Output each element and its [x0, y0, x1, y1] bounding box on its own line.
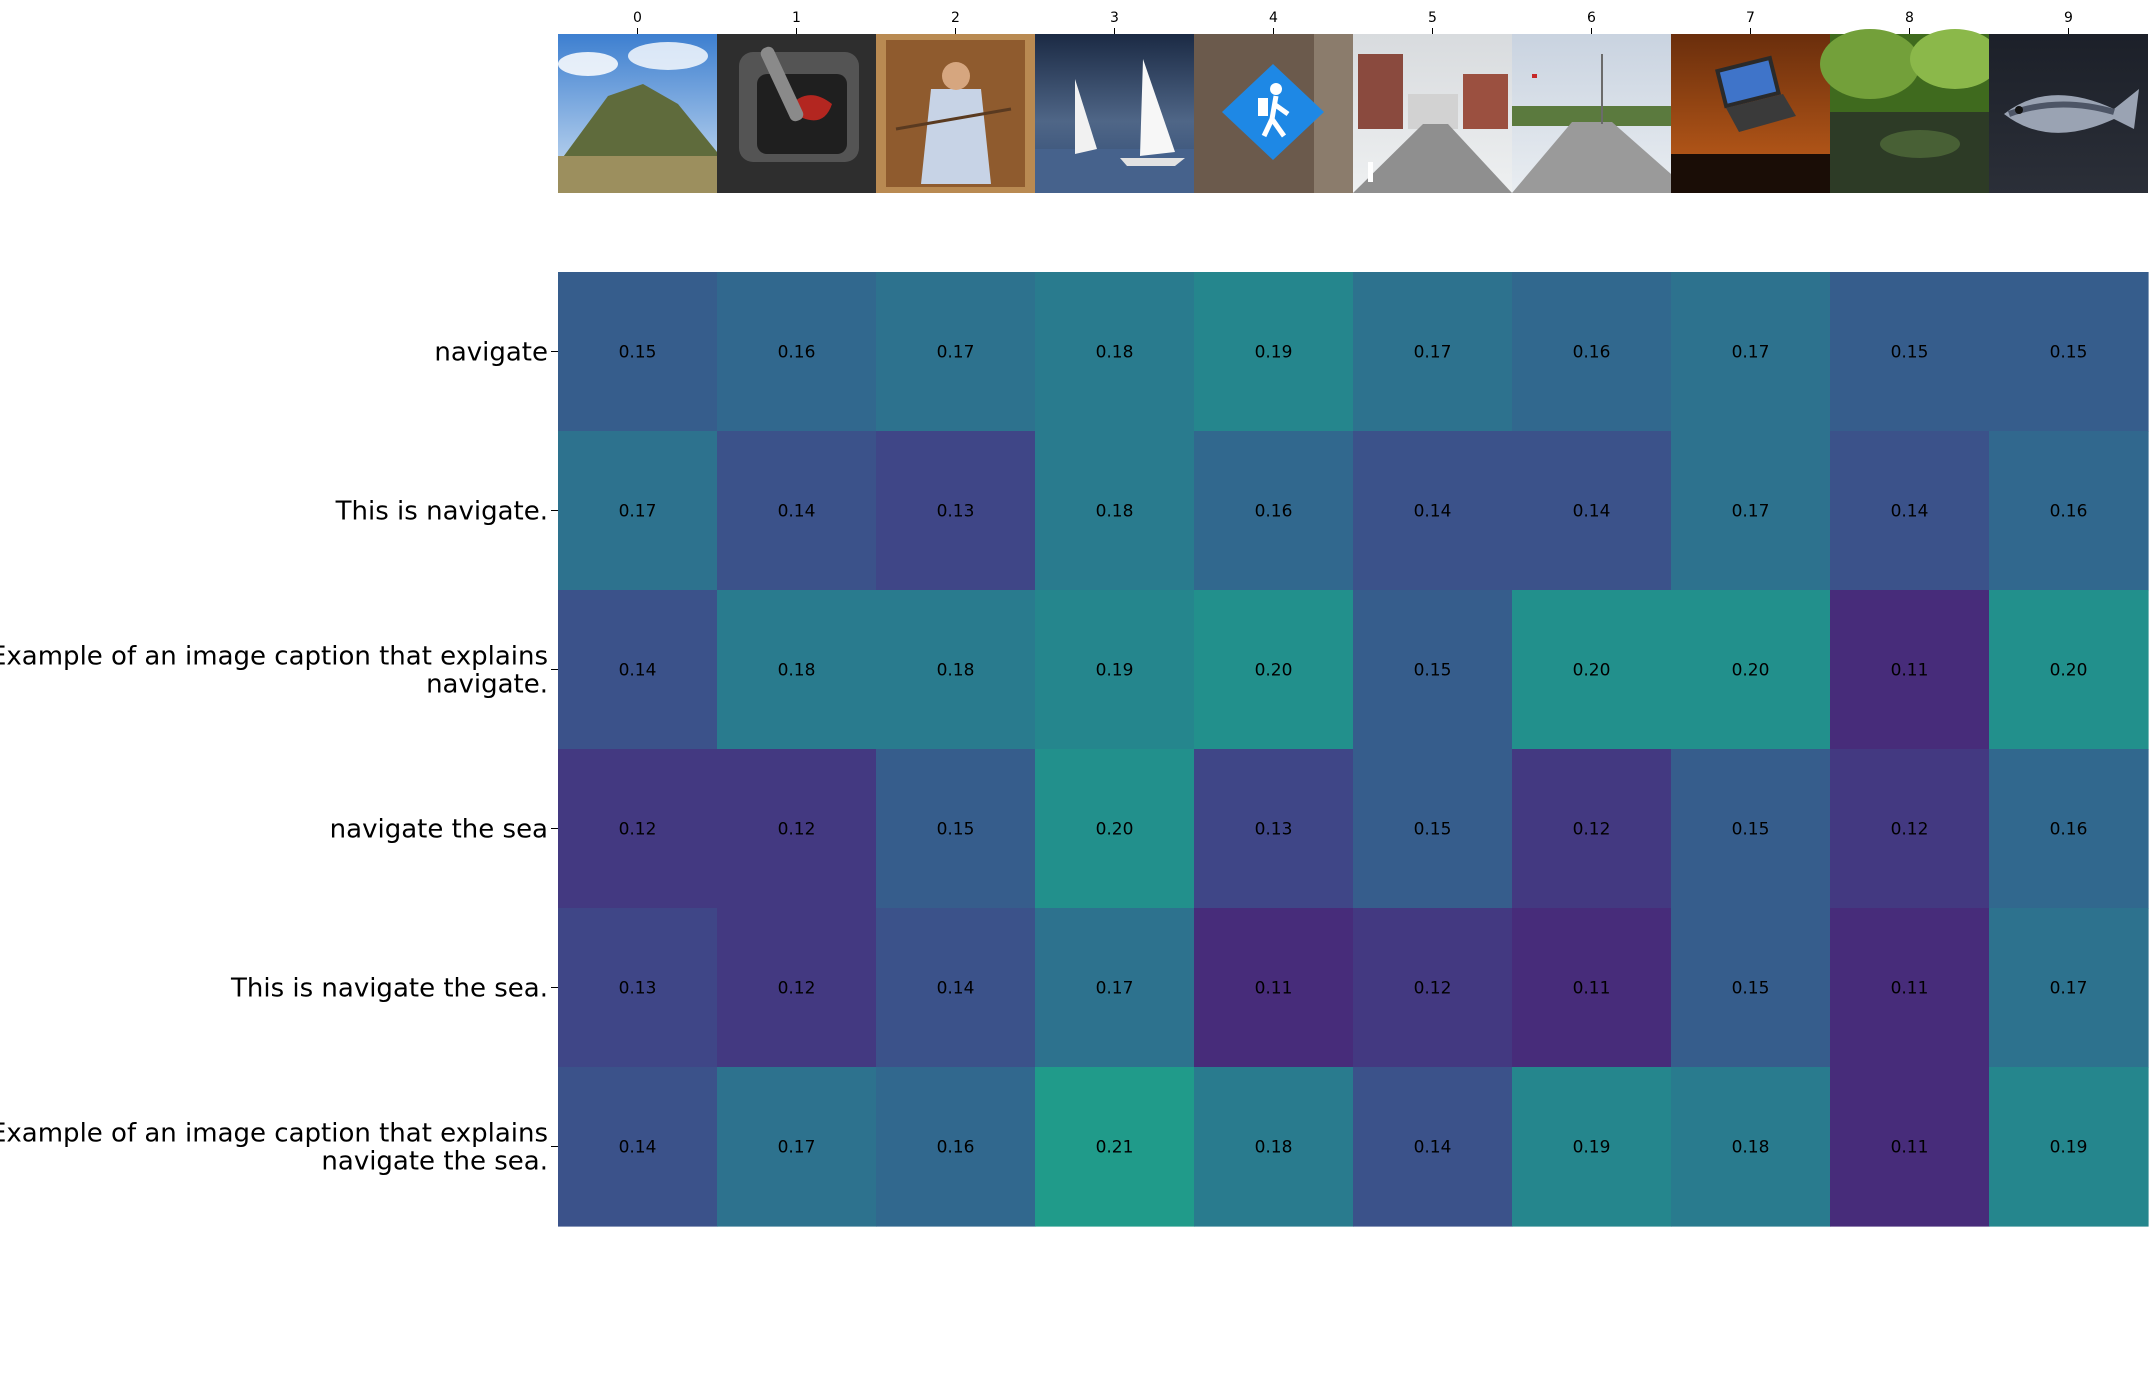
cell-value-label: 0.16: [2050, 502, 2088, 522]
cell-value-label: 0.15: [937, 820, 975, 840]
painting-of-figure-in-robe-thumbnail: [876, 34, 1035, 193]
cell-value-label: 0.17: [937, 343, 975, 363]
cell-value-label: 0.15: [1891, 343, 1929, 363]
cell-value-label: 0.20: [1255, 661, 1293, 681]
column-tick-label: 1: [792, 10, 801, 26]
cell-value-label: 0.13: [1255, 820, 1293, 840]
blue-hiker-sign-on-tree-thumbnail: [1194, 34, 1353, 193]
cell-value-label: 0.14: [937, 979, 975, 999]
cell-value-label: 0.16: [1573, 343, 1611, 363]
cell-value-label: 0.21: [1096, 1138, 1134, 1158]
column-tick-label: 4: [1269, 10, 1278, 26]
image-thumbnail-strip: [558, 29, 2148, 193]
car-gear-shift-thumbnail: [717, 34, 876, 193]
cell-value-label: 0.11: [1255, 979, 1293, 999]
column-tick-label: 7: [1746, 10, 1755, 26]
cell-value-label: 0.14: [619, 661, 657, 681]
cell-value-label: 0.17: [1732, 502, 1770, 522]
caption-label: This is navigate the sea.: [230, 974, 548, 1004]
cell-value-label: 0.18: [778, 661, 816, 681]
cell-value-label: 0.12: [1414, 979, 1452, 999]
column-tick-label: 3: [1110, 10, 1119, 26]
cell-value-label: 0.14: [1414, 1138, 1452, 1158]
cell-value-label: 0.16: [937, 1138, 975, 1158]
cell-value-label: 0.14: [778, 502, 816, 522]
cell-value-label: 0.20: [1732, 661, 1770, 681]
cell-value-label: 0.18: [937, 661, 975, 681]
cell-value-label: 0.15: [1414, 661, 1452, 681]
cell-value-label: 0.20: [1096, 820, 1134, 840]
cell-value-label: 0.13: [619, 979, 657, 999]
similarity-heatmap-figure: 0123456789 0.15 0.16 0.17 0.18 0.19 0.17 0.16 0…: [0, 10, 2149, 1227]
cell-value-label: 0.12: [1891, 820, 1929, 840]
column-tick-label: 8: [1905, 10, 1914, 26]
cell-value-label: 0.17: [1732, 343, 1770, 363]
suburban-road-thumbnail: [1512, 34, 1671, 193]
column-tick-label: 2: [951, 10, 960, 26]
cell-value-label: 0.17: [1096, 979, 1134, 999]
cell-value-label: 0.18: [1096, 343, 1134, 363]
cell-value-label: 0.15: [1732, 979, 1770, 999]
cell-value-label: 0.12: [778, 820, 816, 840]
cell-value-label: 0.17: [1414, 343, 1452, 363]
cell-value-label: 0.17: [619, 502, 657, 522]
column-tick-label: 0: [633, 10, 642, 26]
cell-value-label: 0.19: [1255, 343, 1293, 363]
caption-label: navigate: [434, 338, 548, 368]
cell-value-label: 0.15: [2050, 343, 2088, 363]
cell-value-label: 0.19: [1573, 1138, 1611, 1158]
cell-value-label: 0.19: [1096, 661, 1134, 681]
cell-value-label: 0.11: [1891, 979, 1929, 999]
caption-label: This is navigate.: [335, 497, 548, 527]
sailboats-on-sea-thumbnail: [1035, 34, 1194, 193]
cell-value-label: 0.17: [2050, 979, 2088, 999]
cell-value-label: 0.16: [2050, 820, 2088, 840]
cell-value-label: 0.18: [1732, 1138, 1770, 1158]
cell-value-label: 0.19: [2050, 1138, 2088, 1158]
cell-value-label: 0.12: [619, 820, 657, 840]
caption-label: Example of an image caption that explain…: [0, 642, 548, 700]
cell-value-label: 0.14: [1891, 502, 1929, 522]
cell-value-label: 0.16: [1255, 502, 1293, 522]
cell-value-label: 0.16: [778, 343, 816, 363]
cell-value-label: 0.14: [1573, 502, 1611, 522]
hill-under-blue-sky-thumbnail: [558, 34, 717, 193]
caption-label: Example of an image caption that explain…: [0, 1119, 548, 1177]
caption-label: navigate the sea: [330, 815, 548, 845]
cell-value-label: 0.15: [619, 343, 657, 363]
cell-value-label: 0.18: [1255, 1138, 1293, 1158]
town-street-thumbnail: [1353, 34, 1512, 193]
cell-value-label: 0.14: [1414, 502, 1452, 522]
cell-value-label: 0.13: [937, 502, 975, 522]
cell-value-label: 0.15: [1414, 820, 1452, 840]
cell-value-label: 0.20: [2050, 661, 2088, 681]
cell-value-label: 0.11: [1891, 1138, 1929, 1158]
cell-value-label: 0.20: [1573, 661, 1611, 681]
caption-axis: navigate This is navigate. Example of an i…: [0, 338, 558, 1177]
fish-on-ground-thumbnail: [1989, 34, 2148, 193]
cell-value-label: 0.12: [778, 979, 816, 999]
laptop-on-desk-thumbnail: [1671, 34, 1830, 193]
column-tick-label: 9: [2064, 10, 2073, 26]
cell-value-label: 0.15: [1732, 820, 1770, 840]
heatmap-grid: 0.15 0.16 0.17 0.18 0.19 0.17 0.16 0.17 0.15 0.15…: [558, 272, 2149, 1227]
cell-value-label: 0.18: [1096, 502, 1134, 522]
river-with-trees-thumbnail: [1820, 29, 2000, 193]
cell-value-label: 0.14: [619, 1138, 657, 1158]
cell-value-label: 0.17: [778, 1138, 816, 1158]
cell-value-label: 0.12: [1573, 820, 1611, 840]
cell-value-label: 0.11: [1891, 661, 1929, 681]
cell-value-label: 0.11: [1573, 979, 1611, 999]
column-tick-label: 6: [1587, 10, 1596, 26]
column-tick-label: 5: [1428, 10, 1437, 26]
